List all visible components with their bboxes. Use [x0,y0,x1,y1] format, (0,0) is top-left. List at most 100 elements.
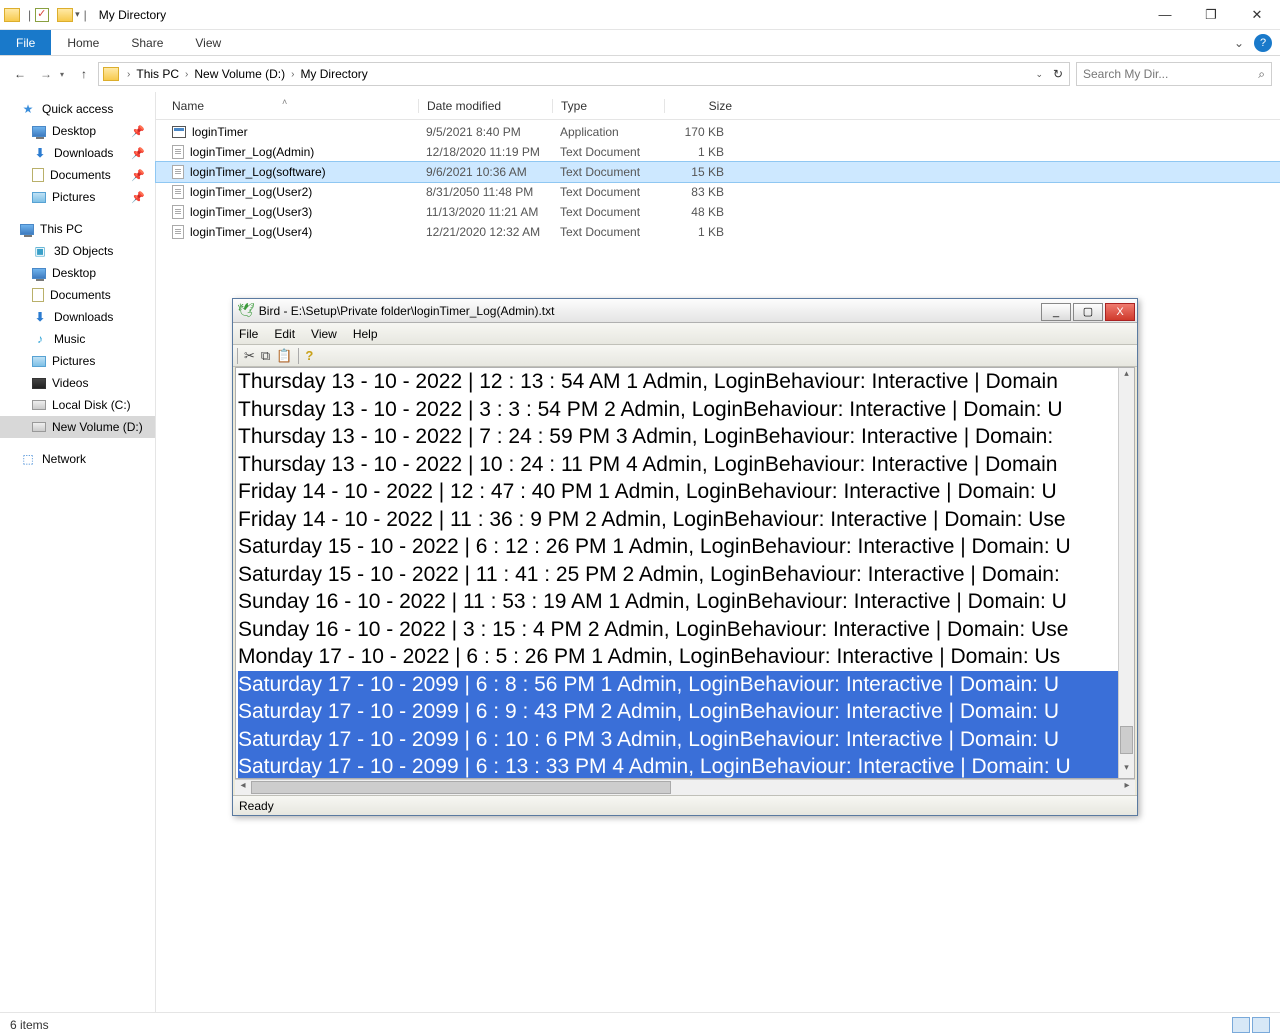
sidebar-downloads[interactable]: ⬇Downloads📌 [0,142,155,164]
sidebar-documents-pc[interactable]: Documents [0,284,155,306]
file-icon [172,126,186,138]
column-date[interactable]: Date modified [418,99,552,113]
sidebar-documents[interactable]: Documents📌 [0,164,155,186]
file-row[interactable]: loginTimer_Log(Admin)12/18/2020 11:19 PM… [156,142,1280,162]
editor-line[interactable]: Saturday 15 - 10 - 2022 | 11 : 41 : 25 P… [238,561,1134,589]
copy-icon[interactable]: ⧉ [261,348,270,364]
editor-horizontal-scrollbar[interactable]: ◂ ▸ [235,779,1135,795]
sidebar-downloads-pc[interactable]: ⬇Downloads [0,306,155,328]
help-icon[interactable]: ? [1254,34,1272,52]
editor-close-button[interactable]: X [1105,303,1135,321]
editor-status-text: Ready [239,799,274,813]
chevron-right-icon[interactable]: › [291,69,294,80]
editor-line[interactable]: Saturday 17 - 10 - 2099 | 6 : 8 : 56 PM … [238,671,1134,699]
breadcrumb-item[interactable]: My Directory [296,67,371,81]
sidebar-3d-objects[interactable]: ▣3D Objects [0,240,155,262]
editor-line[interactable]: Monday 17 - 10 - 2022 | 6 : 5 : 26 PM 1 … [238,643,1134,671]
editor-body[interactable]: Thursday 13 - 10 - 2022 | 12 : 13 : 54 A… [235,367,1135,779]
address-bar[interactable]: › This PC › New Volume (D:) › My Directo… [98,62,1070,86]
sidebar-quick-access[interactable]: ★Quick access [0,98,155,120]
editor-maximize-button[interactable]: ▢ [1073,303,1103,321]
editor-titlebar[interactable]: 🕊 Bird - E:\Setup\Private folder\loginTi… [233,299,1137,323]
sidebar-local-disk[interactable]: Local Disk (C:) [0,394,155,416]
breadcrumb-item[interactable]: This PC [132,67,183,81]
sidebar-new-volume[interactable]: New Volume (D:) [0,416,155,438]
editor-menu-view[interactable]: View [311,327,337,341]
editor-vertical-scrollbar[interactable]: ▴ ▾ [1118,368,1134,778]
scroll-right-icon[interactable]: ▸ [1119,780,1135,795]
file-row[interactable]: loginTimer9/5/2021 8:40 PMApplication170… [156,122,1280,142]
file-date: 12/18/2020 11:19 PM [418,145,552,159]
sidebar-music[interactable]: ♪Music [0,328,155,350]
ribbon-expand-icon[interactable]: ⌄ [1228,30,1250,55]
editor-minimize-button[interactable]: _ [1041,303,1071,321]
editor-menu-help[interactable]: Help [353,327,378,341]
sidebar-this-pc[interactable]: This PC [0,218,155,240]
scroll-thumb[interactable] [251,781,671,794]
forward-button[interactable]: → [34,62,58,86]
sidebar-pictures[interactable]: Pictures📌 [0,186,155,208]
editor-line[interactable]: Sunday 16 - 10 - 2022 | 11 : 53 : 19 AM … [238,588,1134,616]
breadcrumb-item[interactable]: New Volume (D:) [190,67,289,81]
tab-view[interactable]: View [179,30,237,55]
large-icons-view-icon[interactable] [1252,1017,1270,1033]
back-button[interactable]: ← [8,62,32,86]
tab-home[interactable]: Home [51,30,115,55]
cut-icon[interactable]: ✂ [244,348,255,364]
address-dropdown-icon[interactable]: ⌄ [1035,69,1043,80]
sidebar-desktop-pc[interactable]: Desktop [0,262,155,284]
file-name: loginTimer_Log(User3) [190,205,312,219]
file-type: Text Document [552,205,664,219]
editor-line[interactable]: Thursday 13 - 10 - 2022 | 12 : 13 : 54 A… [238,368,1134,396]
minimize-button[interactable]: — [1142,0,1188,29]
editor-line[interactable]: Thursday 13 - 10 - 2022 | 10 : 24 : 11 P… [238,451,1134,479]
editor-line[interactable]: Friday 14 - 10 - 2022 | 12 : 47 : 40 PM … [238,478,1134,506]
up-button[interactable]: ↑ [72,62,96,86]
editor-line[interactable]: Saturday 17 - 10 - 2099 | 6 : 10 : 6 PM … [238,726,1134,754]
editor-line[interactable]: Thursday 13 - 10 - 2022 | 7 : 24 : 59 PM… [238,423,1134,451]
qat-dropdown-icon[interactable]: ▾ [75,9,80,20]
editor-line[interactable]: Sunday 16 - 10 - 2022 | 3 : 15 : 4 PM 2 … [238,616,1134,644]
editor-statusbar: Ready [233,795,1137,815]
sidebar-videos[interactable]: Videos [0,372,155,394]
tab-share[interactable]: Share [115,30,179,55]
editor-line[interactable]: Thursday 13 - 10 - 2022 | 3 : 3 : 54 PM … [238,396,1134,424]
tab-file[interactable]: File [0,30,51,55]
scroll-up-icon[interactable]: ▴ [1119,368,1134,384]
editor-menu-edit[interactable]: Edit [274,327,295,341]
refresh-icon[interactable]: ↻ [1053,67,1063,81]
sidebar-label: Local Disk (C:) [52,398,131,412]
sidebar-pictures-pc[interactable]: Pictures [0,350,155,372]
editor-menubar: File Edit View Help [233,323,1137,345]
chevron-right-icon[interactable]: › [127,69,130,80]
file-row[interactable]: loginTimer_Log(User3)11/13/2020 11:21 AM… [156,202,1280,222]
scroll-down-icon[interactable]: ▾ [1119,762,1134,778]
maximize-button[interactable]: ❐ [1188,0,1234,29]
file-name: loginTimer_Log(User4) [190,225,312,239]
history-dropdown-icon[interactable]: ▾ [60,70,64,79]
help-icon[interactable]: ? [305,348,313,363]
sidebar-network[interactable]: ⬚Network [0,448,155,470]
file-row[interactable]: loginTimer_Log(User4)12/21/2020 12:32 AM… [156,222,1280,242]
details-view-icon[interactable] [1232,1017,1250,1033]
file-row[interactable]: loginTimer_Log(software)9/6/2021 10:36 A… [156,162,1280,182]
search-input[interactable]: Search My Dir... ⌕ [1076,62,1272,86]
scroll-thumb[interactable] [1120,726,1133,754]
chevron-right-icon[interactable]: › [185,69,188,80]
column-name[interactable]: Name˄ [172,99,418,113]
scroll-left-icon[interactable]: ◂ [235,780,251,795]
properties-icon[interactable] [35,8,49,22]
column-size[interactable]: Size [664,99,740,113]
editor-menu-file[interactable]: File [239,327,258,341]
sidebar-desktop[interactable]: Desktop📌 [0,120,155,142]
editor-line[interactable]: Saturday 17 - 10 - 2099 | 6 : 13 : 33 PM… [238,753,1134,779]
close-button[interactable]: ✕ [1234,0,1280,29]
paste-icon[interactable]: 📋 [276,348,292,364]
file-row[interactable]: loginTimer_Log(User2)8/31/2050 11:48 PMT… [156,182,1280,202]
editor-line[interactable]: Saturday 15 - 10 - 2022 | 6 : 12 : 26 PM… [238,533,1134,561]
editor-line[interactable]: Saturday 17 - 10 - 2099 | 6 : 9 : 43 PM … [238,698,1134,726]
editor-title: Bird - E:\Setup\Private folder\loginTime… [259,304,555,318]
editor-line[interactable]: Friday 14 - 10 - 2022 | 11 : 36 : 9 PM 2… [238,506,1134,534]
column-type[interactable]: Type [552,99,664,113]
folder-icon [4,8,20,22]
